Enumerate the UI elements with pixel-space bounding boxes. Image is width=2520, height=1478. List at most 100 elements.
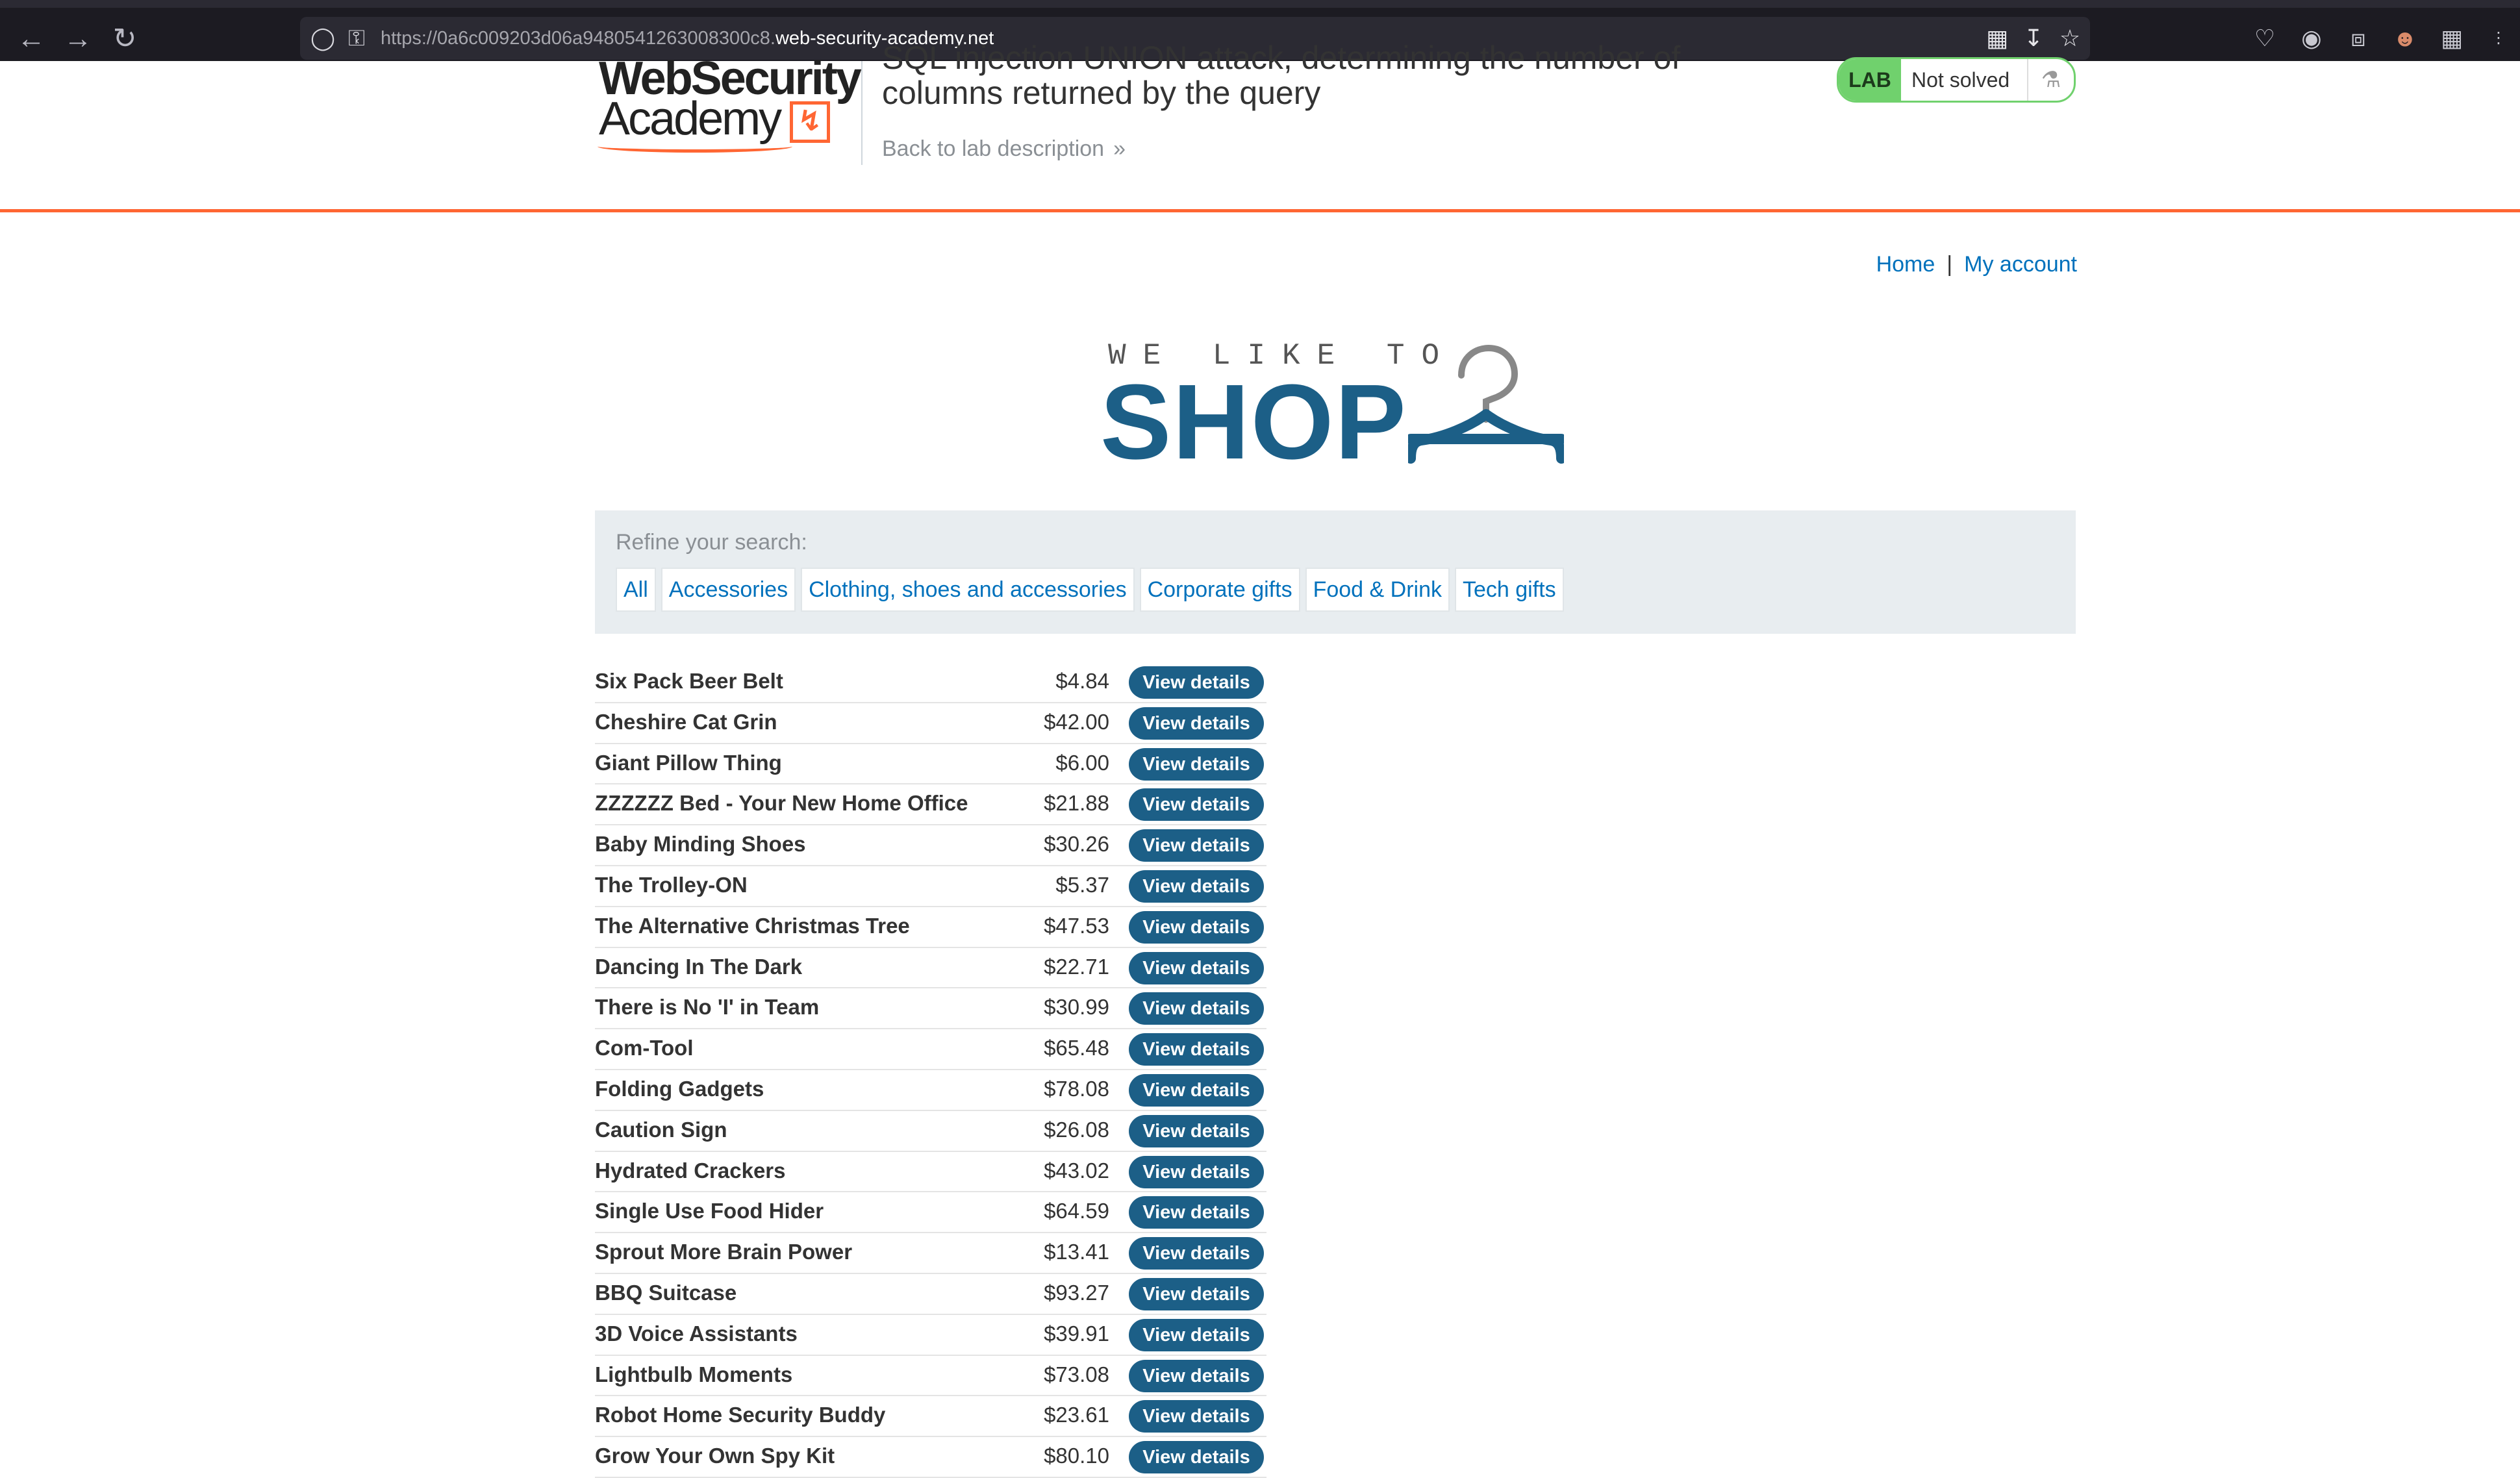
qr-code-icon[interactable]: ▦	[1980, 21, 2015, 56]
view-details-button[interactable]: View details	[1129, 1196, 1264, 1229]
flask-icon: ⚗	[2027, 59, 2074, 101]
filter-tech-gifts[interactable]: Tech gifts	[1454, 568, 1564, 612]
product-name: Dancing In The Dark	[595, 954, 803, 979]
product-price: $80.10	[1044, 1444, 1109, 1468]
product-price: $43.02	[1044, 1158, 1109, 1183]
view-details-button[interactable]: View details	[1129, 1400, 1264, 1433]
bookmark-star-icon[interactable]: ☆	[2052, 21, 2087, 56]
view-details-button[interactable]: View details	[1129, 1441, 1264, 1474]
product-price: $23.61	[1044, 1403, 1109, 1427]
view-details-button[interactable]: View details	[1129, 870, 1264, 903]
view-details-button[interactable]: View details	[1129, 707, 1264, 740]
product-price: $5.37	[1055, 872, 1109, 897]
account-icon[interactable]: ◉	[2293, 19, 2330, 57]
product-name: Cheshire Cat Grin	[595, 709, 777, 734]
filter-corporate-gifts[interactable]: Corporate gifts	[1139, 568, 1300, 612]
lab-tag: LAB	[1839, 59, 1901, 101]
table-row: Caution Sign $26.08 View details	[595, 1111, 1266, 1152]
lab-header: WebSecurity Academy ↯ SQL injection UNIO…	[0, 40, 2520, 212]
lock-icon[interactable]: ⚿	[340, 21, 373, 56]
view-details-button[interactable]: View details	[1129, 1237, 1264, 1270]
table-row: Six Pack Beer Belt $4.84 View details	[595, 662, 1266, 703]
view-details-button[interactable]: View details	[1129, 1114, 1264, 1147]
view-details-button[interactable]: View details	[1129, 788, 1264, 821]
table-row: The Alternative Christmas Tree $47.53 View…	[595, 907, 1266, 948]
product-name: Giant Pillow Thing	[595, 750, 782, 775]
download-icon[interactable]: ↧	[2016, 21, 2051, 56]
product-name: Com-Tool	[595, 1036, 694, 1060]
banner-title: SHOP	[1100, 362, 1407, 481]
view-details-button[interactable]: View details	[1129, 829, 1264, 862]
profile-avatar-icon[interactable]: ☻	[2386, 19, 2424, 57]
view-details-button[interactable]: View details	[1129, 1277, 1264, 1310]
product-name: Folding Gadgets	[595, 1076, 764, 1101]
back-arrow-icon[interactable]: ←	[12, 19, 51, 58]
extensions-icon[interactable]: ⧈	[2339, 19, 2377, 57]
product-name: Sprout More Brain Power	[595, 1240, 853, 1264]
view-details-button[interactable]: View details	[1129, 1155, 1264, 1188]
filter-panel: Refine your search: All Accessories Clot…	[595, 510, 2076, 634]
table-row: Sprout More Brain Power $13.41 View detail…	[595, 1233, 1266, 1274]
lab-status-text: Not solved	[1911, 68, 2010, 92]
view-details-button[interactable]: View details	[1129, 1073, 1264, 1107]
product-price: $93.27	[1044, 1280, 1109, 1305]
filter-all[interactable]: All	[616, 568, 656, 612]
reload-icon[interactable]: ↻	[105, 19, 144, 58]
product-price: $21.88	[1044, 791, 1109, 816]
filter-food-drink[interactable]: Food & Drink	[1305, 568, 1450, 612]
logo-line2[interactable]: Academy	[599, 92, 782, 145]
product-price: $30.99	[1044, 995, 1109, 1020]
product-name: Grow Your Own Spy Kit	[595, 1444, 835, 1468]
view-details-button[interactable]: View details	[1129, 951, 1264, 984]
view-details-button[interactable]: View details	[1129, 1318, 1264, 1351]
view-details-button[interactable]: View details	[1129, 747, 1264, 781]
product-price: $64.59	[1044, 1199, 1109, 1223]
nav-separator: |	[1947, 252, 1953, 277]
product-price: $73.08	[1044, 1362, 1109, 1386]
view-details-button[interactable]: View details	[1129, 992, 1264, 1025]
product-name: Six Pack Beer Belt	[595, 669, 783, 693]
top-nav: Home | My account	[1876, 252, 2077, 277]
view-details-button[interactable]: View details	[1129, 1359, 1264, 1392]
product-price: $47.53	[1044, 913, 1109, 938]
header-divider	[861, 61, 863, 165]
pocket-icon[interactable]: ♡	[2246, 19, 2284, 57]
table-row: Single Use Food Hider $64.59 View details	[595, 1192, 1266, 1234]
view-details-button[interactable]: View details	[1129, 1033, 1264, 1066]
lab-status-widget: LAB Not solved ⚗	[1837, 57, 2076, 103]
product-price: $4.84	[1055, 669, 1109, 693]
chevron-right-icon: »	[1113, 136, 1126, 161]
product-name: There is No 'I' in Team	[595, 995, 820, 1020]
table-row: The Trolley-ON $5.37 View details	[595, 866, 1266, 907]
table-row: 3D Voice Assistants $39.91 View details	[595, 1315, 1266, 1356]
product-name: Caution Sign	[595, 1117, 727, 1142]
view-details-button[interactable]: View details	[1129, 666, 1264, 699]
filter-accessories[interactable]: Accessories	[661, 568, 796, 612]
product-price: $65.48	[1044, 1036, 1109, 1060]
filter-clothing[interactable]: Clothing, shoes and accessories	[801, 568, 1135, 612]
shield-icon[interactable]: ◯	[307, 21, 339, 56]
my-account-link[interactable]: My account	[1964, 252, 2077, 277]
product-name: Hydrated Crackers	[595, 1158, 786, 1183]
table-row: Hydrated Crackers $43.02 View details	[595, 1152, 1266, 1193]
view-details-button[interactable]: View details	[1129, 910, 1264, 944]
overflow-menu-icon[interactable]: ⋮	[2480, 19, 2517, 57]
logo-bolt-icon: ↯	[790, 101, 830, 143]
filter-label: Refine your search:	[616, 530, 807, 555]
grid-icon[interactable]: ▦	[2433, 19, 2471, 57]
product-name: The Trolley-ON	[595, 872, 748, 897]
lab-title: SQL injection UNION attack, determining …	[882, 40, 1681, 111]
back-link-label: Back to lab description	[882, 136, 1105, 161]
product-table: Six Pack Beer Belt $4.84 View details Chesh…	[595, 662, 1266, 1478]
product-name: BBQ Suitcase	[595, 1280, 737, 1305]
table-row: BBQ Suitcase $93.27 View details	[595, 1274, 1266, 1315]
product-name: The Alternative Christmas Tree	[595, 913, 910, 938]
product-price: $39.91	[1044, 1321, 1109, 1346]
product-price: $6.00	[1055, 750, 1109, 775]
back-to-lab-link[interactable]: Back to lab description »	[882, 136, 1126, 162]
product-name: ZZZZZZ Bed - Your New Home Office	[595, 791, 968, 816]
forward-arrow-icon[interactable]: →	[58, 19, 97, 58]
home-link[interactable]: Home	[1876, 252, 1935, 277]
table-row: Giant Pillow Thing $6.00 View details	[595, 744, 1266, 785]
url-prefix: https://0a6c009203d06a9480541263008300c8…	[381, 28, 775, 49]
